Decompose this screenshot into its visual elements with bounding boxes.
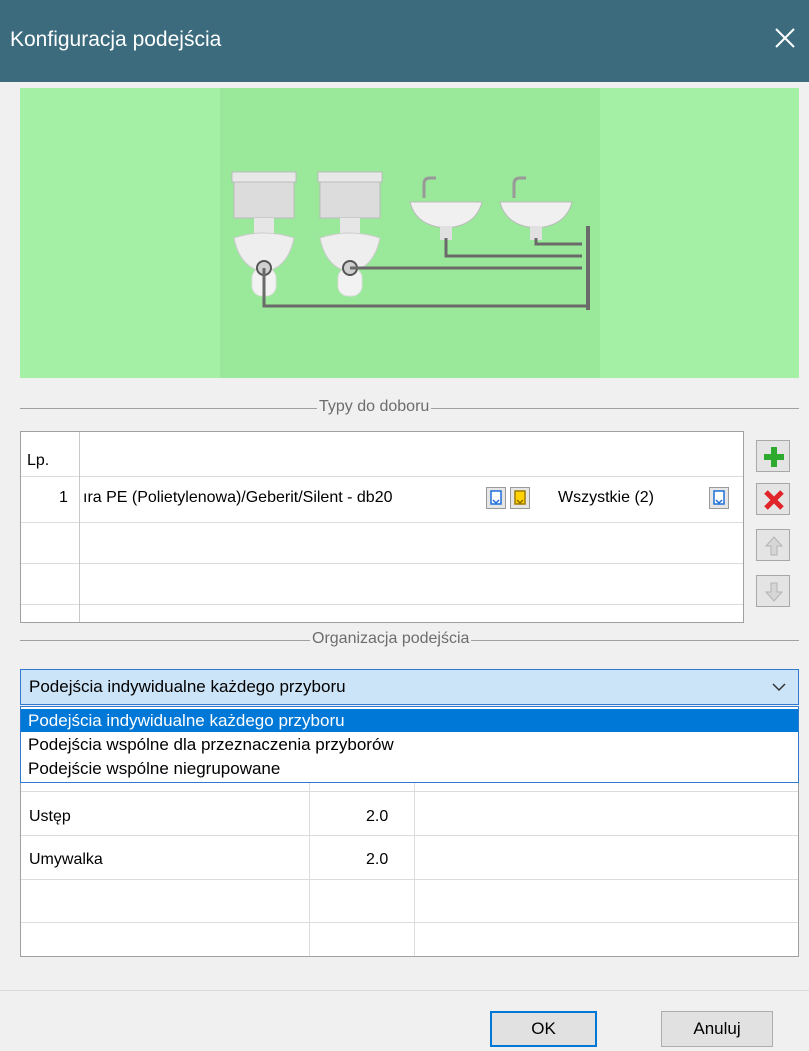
add-button[interactable] bbox=[756, 440, 790, 472]
organization-section-label: Organizacja podejścia bbox=[310, 630, 472, 648]
close-icon[interactable] bbox=[767, 20, 803, 56]
dropdown-option[interactable]: Podejścia indywidualne każdego przyboru bbox=[21, 709, 798, 732]
fixtures-grid[interactable]: Ustęp 2.0 Umywalka 2.0 bbox=[20, 783, 799, 957]
ok-button[interactable]: OK bbox=[490, 1011, 597, 1047]
add-icon bbox=[764, 447, 784, 467]
move-up-button[interactable] bbox=[756, 529, 790, 561]
select-pipe-button[interactable] bbox=[510, 487, 530, 509]
types-section-label: Typy do doboru bbox=[317, 398, 432, 416]
scope-cell[interactable]: Wszystkie (2) bbox=[558, 489, 654, 507]
window-title: Konfiguracja podejścia bbox=[10, 28, 222, 51]
move-down-button[interactable] bbox=[756, 575, 790, 607]
dropdown-option[interactable]: Podejście wspólne niegrupowane bbox=[21, 757, 798, 780]
approach-diagram bbox=[220, 88, 600, 378]
move-down-icon bbox=[764, 582, 784, 602]
types-grid[interactable]: Lp. 1 ıra PE (Polietylenowa)/Geberit/Sil… bbox=[20, 431, 744, 623]
organization-separator: Organizacja podejścia bbox=[20, 630, 799, 650]
edit-scope-button[interactable] bbox=[709, 487, 729, 509]
approach-preview bbox=[20, 88, 799, 378]
yellow-document-icon bbox=[514, 490, 526, 505]
row-index: 1 bbox=[59, 489, 68, 506]
types-separator: Typy do doboru bbox=[20, 398, 799, 418]
document-icon bbox=[490, 490, 502, 505]
fixture-name: Ustęp bbox=[29, 808, 71, 825]
organization-selected-value: Podejścia indywidualne każdego przyboru bbox=[29, 677, 346, 696]
edit-pipe-button[interactable] bbox=[486, 487, 506, 509]
delete-icon bbox=[764, 490, 784, 510]
document-icon bbox=[713, 490, 725, 505]
delete-button[interactable] bbox=[756, 483, 790, 515]
chevron-down-icon bbox=[772, 683, 786, 692]
fixture-name: Umywalka bbox=[29, 851, 103, 868]
preview-panel bbox=[220, 88, 600, 378]
organization-select[interactable]: Podejścia indywidualne każdego przyboru bbox=[20, 669, 799, 705]
fixture-value[interactable]: 2.0 bbox=[366, 808, 388, 826]
cancel-button[interactable]: Anuluj bbox=[661, 1011, 773, 1047]
dropdown-option[interactable]: Podejścia wspólne dla przeznaczenia przy… bbox=[21, 733, 798, 756]
organization-dropdown-list[interactable]: Podejścia indywidualne każdego przyboru … bbox=[20, 706, 799, 783]
column-header-lp: Lp. bbox=[27, 452, 50, 469]
fixture-value[interactable]: 2.0 bbox=[366, 851, 388, 869]
move-up-icon bbox=[764, 536, 784, 556]
pipe-type-cell[interactable]: ıra PE (Polietylenowa)/Geberit/Silent - … bbox=[83, 489, 481, 507]
title-bar: Konfiguracja podejścia bbox=[0, 0, 809, 82]
